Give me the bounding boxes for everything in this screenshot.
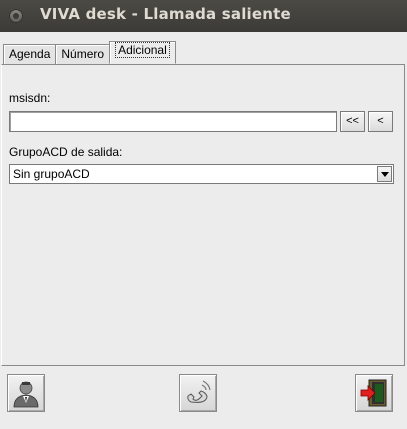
group-acd-select[interactable]: Sin grupoACD (9, 164, 394, 184)
tab-adicional-label: Adicional (115, 42, 170, 58)
msisdn-label: msisdn: (9, 91, 51, 105)
tab-numero-label: Número (61, 47, 105, 61)
window-title: VIVA desk - Llamada saliente (40, 5, 291, 23)
msisdn-input[interactable] (9, 111, 337, 132)
agent-icon (13, 381, 39, 408)
tab-bar: Agenda Número Adicional (3, 41, 176, 64)
tab-panel-adicional: msisdn: << < GrupoACD de salida: Sin gru… (1, 64, 405, 366)
close-window-button[interactable] (9, 9, 23, 23)
first-entry-button[interactable]: << (340, 111, 365, 132)
group-acd-selected-value: Sin grupoACD (13, 167, 90, 181)
phone-call-icon (187, 380, 211, 403)
group-acd-label: GrupoACD de salida: (9, 145, 123, 159)
tab-agenda-label: Agenda (9, 47, 51, 61)
chevron-down-icon[interactable] (377, 166, 392, 182)
call-button[interactable] (179, 374, 217, 412)
exit-button[interactable] (355, 374, 393, 412)
tab-agenda[interactable]: Agenda (3, 44, 57, 64)
agent-button[interactable] (7, 374, 45, 412)
client-area: Agenda Número Adicional msisdn: << < Gru… (0, 32, 407, 429)
outgoing-call-window: VIVA desk - Llamada saliente Agenda Núme… (0, 0, 407, 429)
exit-door-icon (360, 379, 387, 407)
previous-entry-button[interactable]: < (368, 111, 393, 132)
title-bar: VIVA desk - Llamada saliente (0, 0, 407, 32)
tab-numero[interactable]: Número (55, 44, 111, 64)
tab-adicional[interactable]: Adicional (109, 41, 176, 64)
